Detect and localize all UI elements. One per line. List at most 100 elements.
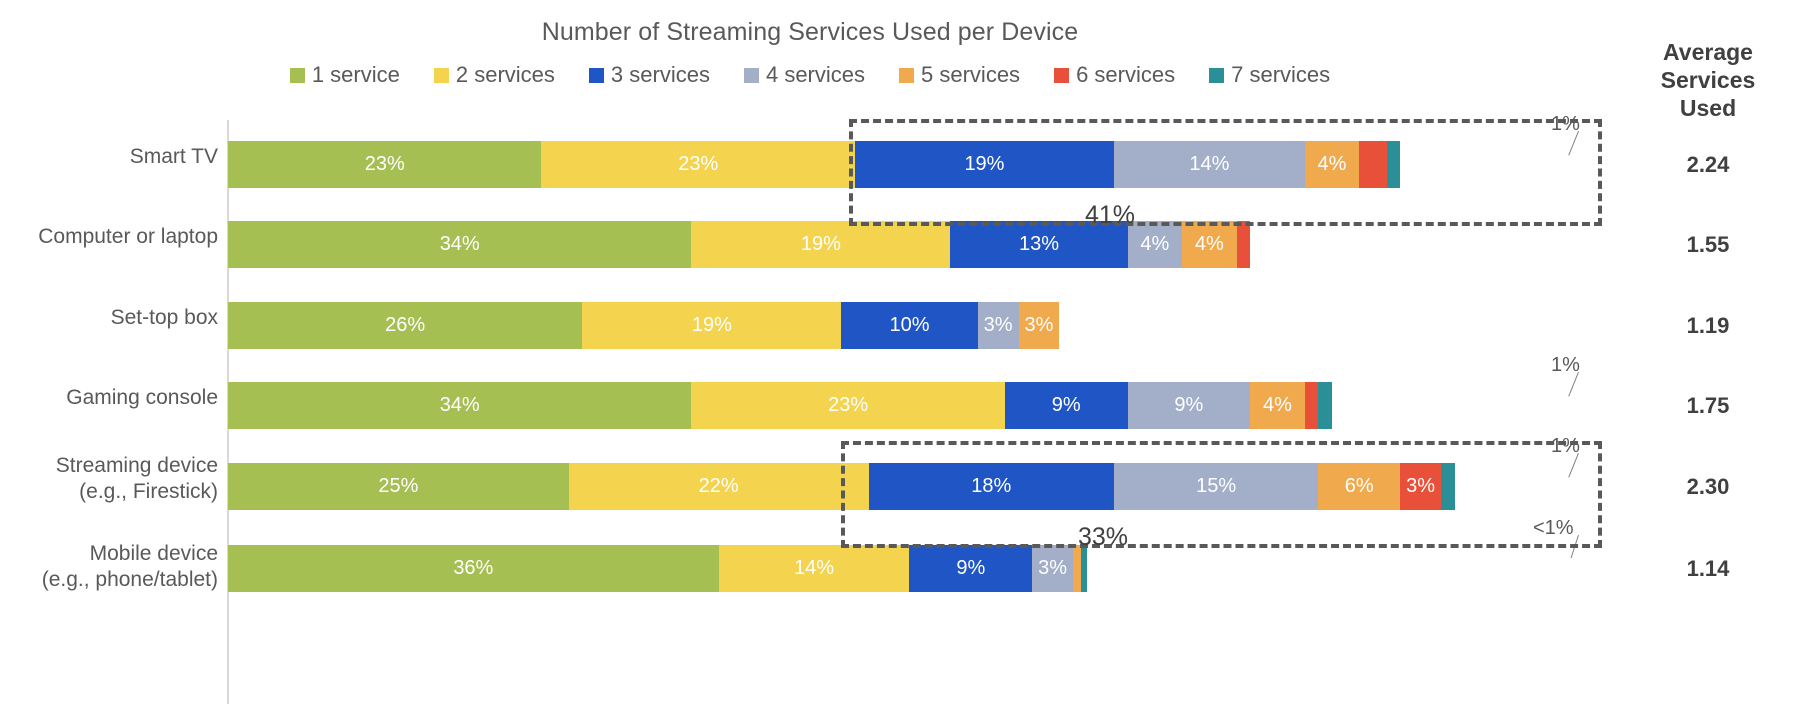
legend-swatch-icon <box>1209 67 1225 83</box>
legend-swatch-icon <box>289 67 305 83</box>
bar-segment-7-services[interactable] <box>1318 382 1332 429</box>
bar-segment-3-services[interactable]: 10% <box>841 302 978 349</box>
bar-segment-5-services[interactable] <box>1073 545 1082 592</box>
segment-value-label: 9% <box>1051 394 1081 416</box>
bar-segment-4-services[interactable]: 3% <box>977 302 1019 349</box>
bar-segment-4-services[interactable]: 14% <box>1113 141 1305 188</box>
segment-value-label: 9% <box>956 557 986 579</box>
bar-segment-1-services[interactable]: 25% <box>228 463 569 510</box>
category-label-line-1: Mobile device <box>89 542 218 565</box>
segment-value-label: 13% <box>1018 233 1059 255</box>
segment-value-label: 19% <box>964 153 1005 175</box>
segment-value-label: 14% <box>1189 153 1230 175</box>
segment-value-label: 4% <box>1263 394 1292 416</box>
legend-label: 6 services <box>1076 62 1176 87</box>
bar-segment-1-services[interactable]: 34% <box>228 382 692 429</box>
bar-segment-1-services[interactable]: 36% <box>228 545 719 592</box>
bar-segment-7-services[interactable] <box>1386 141 1401 188</box>
highlight-total-label: 33% <box>1078 523 1129 551</box>
legend-item-1-services[interactable]: 1 service <box>289 62 400 88</box>
bar-segment-4-services[interactable]: 15% <box>1113 463 1319 510</box>
highlight-total-label: 41% <box>1085 201 1136 229</box>
average-services-value: 2.30 <box>1686 474 1730 499</box>
bar-segment-2-services[interactable]: 23% <box>691 382 1005 429</box>
bar-segment-5-services[interactable]: 4% <box>1182 221 1237 268</box>
legend-swatch-icon <box>1054 67 1070 83</box>
legend-item-6-services[interactable]: 6 services <box>1054 62 1175 88</box>
avg-header-line-2: Services <box>1660 67 1756 93</box>
average-services-value: 1.55 <box>1686 232 1730 257</box>
average-services-value: 1.19 <box>1686 313 1730 338</box>
bar-segment-3-services[interactable]: 9% <box>1004 382 1128 429</box>
legend-item-5-services[interactable]: 5 services <box>899 62 1020 88</box>
category-label: Set-top box <box>0 305 218 331</box>
bar-segment-2-services[interactable]: 19% <box>691 221 951 268</box>
bar-segment-2-services[interactable]: 22% <box>568 463 869 510</box>
bar-segment-3-services[interactable]: 19% <box>854 141 1114 188</box>
bar-segment-2-services[interactable]: 14% <box>718 545 910 592</box>
category-label-line-1: Computer or laptop <box>38 225 218 248</box>
bar-segment-5-services[interactable]: 3% <box>1018 302 1060 349</box>
legend-swatch-icon <box>588 67 604 83</box>
category-label: Mobile device (e.g., phone/tablet) <box>0 541 218 593</box>
stacked-bar: 36% 14% 9% 3% <box>228 545 1087 592</box>
bar-segment-1-services[interactable]: 26% <box>228 302 583 349</box>
category-label: Streaming device (e.g., Firestick) <box>0 453 218 505</box>
segment-value-label: 23% <box>364 153 405 175</box>
stacked-bar: 23% 23% 19% 14% 4% <box>228 141 1401 188</box>
stacked-bar: 34% 23% 9% 9% 4% <box>228 382 1332 429</box>
outside-value-callout: 1% <box>1551 354 1580 376</box>
bar-segment-3-services[interactable]: 18% <box>868 463 1114 510</box>
legend-label: 2 services <box>455 62 555 87</box>
average-services-used-header: Average Services Used <box>1620 38 1796 122</box>
segment-value-label: 18% <box>971 475 1012 497</box>
bar-segment-6-services[interactable] <box>1359 141 1387 188</box>
legend-label: 4 services <box>765 62 866 87</box>
category-label: Computer or laptop <box>0 224 218 250</box>
bar-segment-3-services[interactable]: 9% <box>909 545 1033 592</box>
legend-swatch-icon <box>433 67 449 83</box>
legend-item-2-services[interactable]: 2 services <box>433 62 555 88</box>
bar-segment-5-services[interactable]: 6% <box>1318 463 1401 510</box>
average-services-value: 1.14 <box>1686 556 1730 581</box>
category-label-line-1: Smart TV <box>129 145 218 168</box>
bar-segment-6-services[interactable] <box>1304 382 1319 429</box>
bar-segment-5-services[interactable]: 4% <box>1304 141 1360 188</box>
bar-segment-2-services[interactable]: 23% <box>541 141 855 188</box>
legend-label: 3 services <box>610 62 710 87</box>
legend-label: 7 services <box>1231 62 1331 87</box>
category-label: Gaming console <box>0 385 218 411</box>
stacked-bar: 26% 19% 10% 3% 3% <box>228 302 1060 349</box>
segment-value-label: 23% <box>678 153 719 175</box>
bar-segment-4-services[interactable]: 9% <box>1127 382 1251 429</box>
legend-item-4-services[interactable]: 4 services <box>743 62 866 88</box>
bar-segment-7-services[interactable] <box>1441 463 1455 510</box>
bar-segment-6-services[interactable]: 3% <box>1400 463 1442 510</box>
segment-value-label: 23% <box>828 394 869 416</box>
bar-segment-7-services[interactable] <box>1081 545 1087 592</box>
bar-segment-2-services[interactable]: 19% <box>582 302 842 349</box>
segment-value-label: 10% <box>889 314 930 336</box>
bar-segment-6-services[interactable] <box>1236 221 1251 268</box>
segment-value-label: 25% <box>378 475 419 497</box>
segment-value-label: 26% <box>385 314 426 336</box>
bar-segment-1-services[interactable]: 34% <box>228 221 692 268</box>
category-label-line-2: (e.g., Firestick) <box>79 480 218 503</box>
category-label: Smart TV <box>0 144 218 170</box>
segment-value-label: 19% <box>800 233 841 255</box>
legend-item-3-services[interactable]: 3 services <box>588 62 710 88</box>
legend-item-7-services[interactable]: 7 services <box>1209 62 1330 88</box>
bar-segment-5-services[interactable]: 4% <box>1250 382 1305 429</box>
category-label-line-1: Streaming device <box>55 454 218 477</box>
legend-swatch-icon <box>899 67 915 83</box>
segment-value-label: 4% <box>1317 153 1347 175</box>
outside-value-callout: 1% <box>1551 435 1580 457</box>
bar-segment-4-services[interactable]: 3% <box>1032 545 1074 592</box>
legend-label: 5 services <box>921 62 1021 87</box>
bar-segment-1-services[interactable]: 23% <box>228 141 542 188</box>
legend-swatch-icon <box>743 67 759 83</box>
bar-segment-4-services[interactable]: 4% <box>1127 221 1183 268</box>
plot-area: Smart TV 23% 23% 19% 14% 4% 2.24 Computer or la… <box>0 108 1796 716</box>
segment-value-label: 15% <box>1196 475 1237 497</box>
category-label-line-1: Gaming console <box>66 386 218 409</box>
